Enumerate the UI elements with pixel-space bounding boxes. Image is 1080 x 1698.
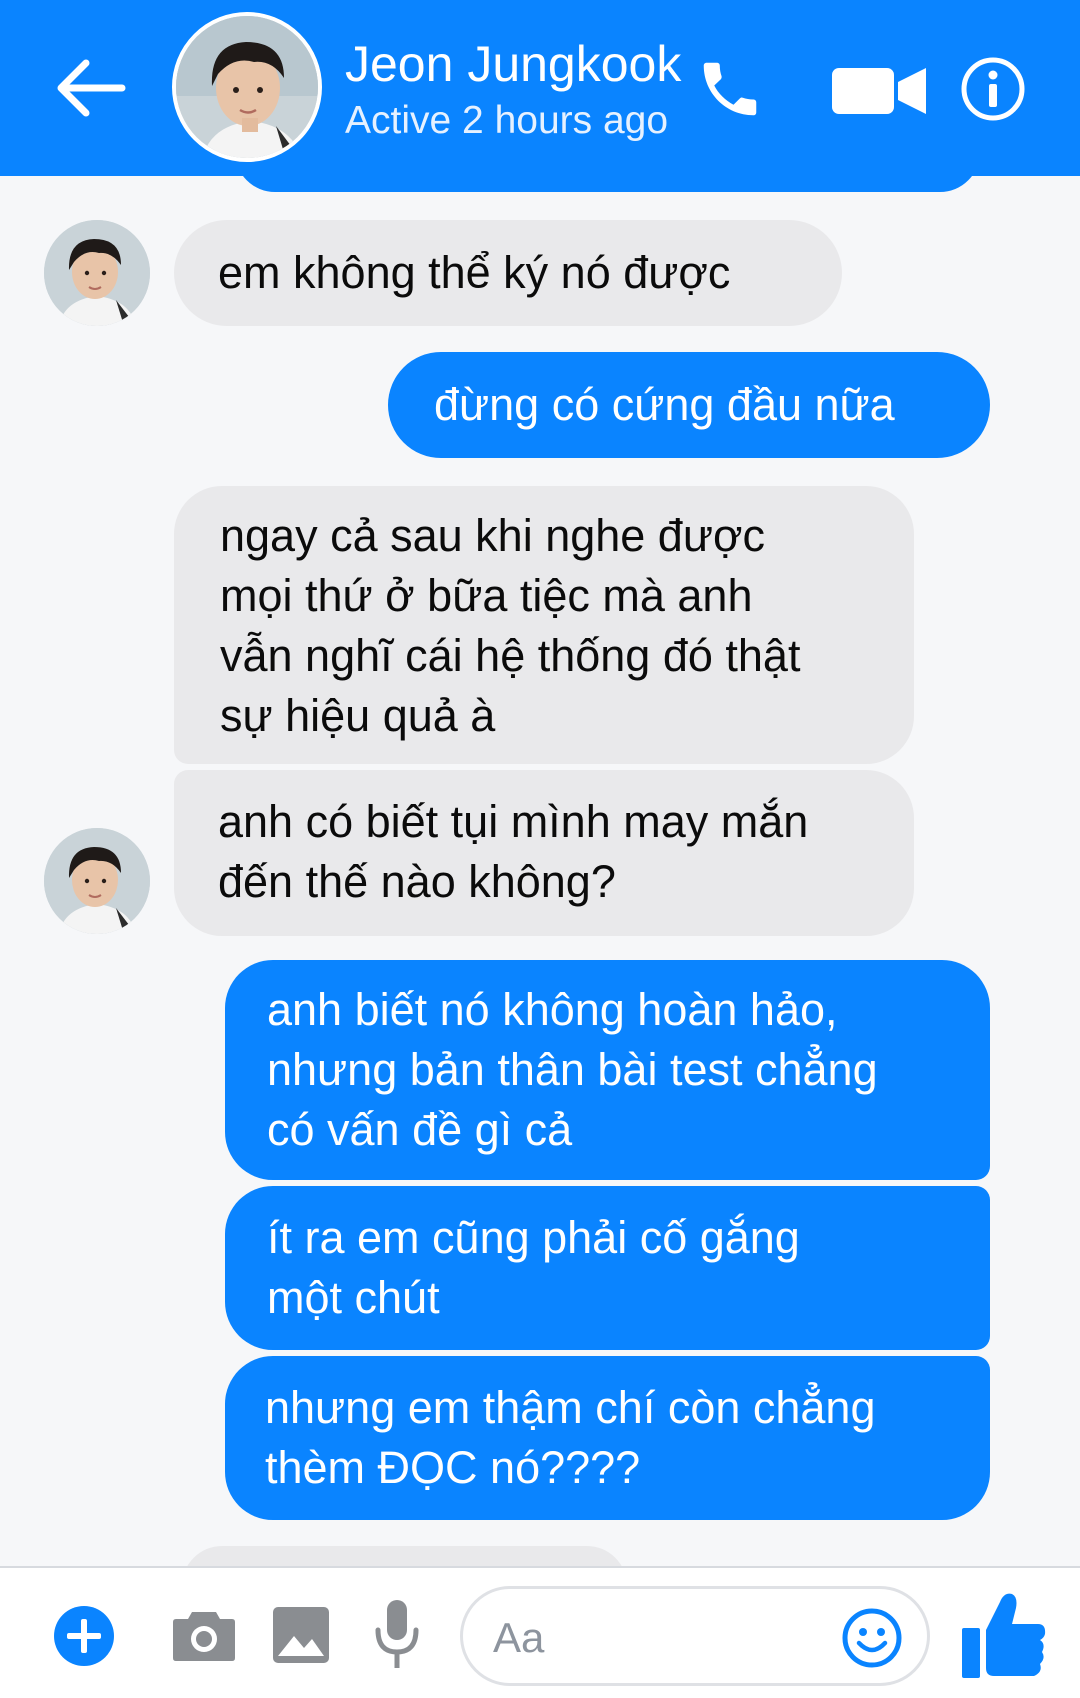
sender-avatar[interactable] <box>44 220 150 326</box>
previous-message-bubble <box>235 176 980 192</box>
info-icon[interactable] <box>960 56 1026 122</box>
video-camera-icon[interactable] <box>830 60 930 120</box>
chat-header: Jeon Jungkook Active 2 hours ago <box>0 0 1080 176</box>
message-text: có vấn đề gì cả <box>267 1104 573 1155</box>
message-bubble-incoming[interactable]: em không thể ký nó được <box>174 220 842 326</box>
message-text: anh có biết tụi mình may mắn <box>218 796 809 847</box>
message-text: nhưng em thậm chí còn chẳng <box>265 1382 876 1433</box>
message-bubble-incoming[interactable]: ngay cả sau khi nghe được mọi thứ ở bữa … <box>174 486 914 764</box>
message-bubble-outgoing[interactable]: đừng có cứng đầu nữa <box>388 352 990 458</box>
message-bubble-incoming[interactable]: anh có biết tụi mình may mắn đến thế nào… <box>174 770 914 936</box>
message-thread[interactable]: em không thể ký nó được đừng có cứng đầu… <box>0 176 1080 1566</box>
message-bubble-outgoing[interactable]: anh biết nó không hoàn hảo, nhưng bản th… <box>225 960 990 1180</box>
contact-avatar[interactable] <box>172 12 322 162</box>
message-text: mọi thứ ở bữa tiệc mà anh <box>220 570 753 621</box>
thumbs-up-icon[interactable] <box>960 1590 1048 1682</box>
message-text: em không thể ký nó được <box>218 247 731 298</box>
message-bubble-outgoing[interactable]: nhưng em thậm chí còn chẳng thèm ĐỌC nó?… <box>225 1356 990 1520</box>
message-text: ngay cả sau khi nghe được <box>220 510 765 561</box>
message-text: thèm ĐỌC nó???? <box>265 1442 641 1493</box>
message-text: nhưng bản thân bài test chẳng <box>267 1044 878 1095</box>
camera-icon[interactable] <box>172 1606 236 1662</box>
message-input[interactable] <box>493 1611 793 1665</box>
avatar-portrait <box>176 16 318 158</box>
contact-name[interactable]: Jeon Jungkook <box>345 34 681 94</box>
active-status: Active 2 hours ago <box>345 99 669 142</box>
sender-avatar[interactable] <box>44 828 150 934</box>
message-bubble-outgoing[interactable]: ít ra em cũng phải cố gắng một chút <box>225 1186 990 1350</box>
message-composer <box>0 1566 1080 1698</box>
message-text: đừng có cứng đầu nữa <box>434 379 895 430</box>
avatar-portrait <box>44 828 150 934</box>
message-text: sự hiệu quả à <box>220 690 496 741</box>
next-message-bubble <box>182 1546 627 1566</box>
image-icon[interactable] <box>272 1606 330 1664</box>
emoji-icon[interactable] <box>841 1607 903 1669</box>
back-arrow-icon[interactable] <box>52 55 128 121</box>
message-text: đến thế nào không? <box>218 856 616 907</box>
message-input-field[interactable] <box>460 1586 930 1686</box>
message-text: vẫn nghĩ cái hệ thống đó thật <box>220 630 801 681</box>
microphone-icon[interactable] <box>372 1598 422 1674</box>
plus-icon[interactable] <box>52 1604 116 1668</box>
message-text: anh biết nó không hoàn hảo, <box>267 984 838 1035</box>
avatar-portrait <box>44 220 150 326</box>
message-text: một chút <box>267 1272 440 1323</box>
message-text: ít ra em cũng phải cố gắng <box>267 1212 800 1263</box>
phone-icon[interactable] <box>695 54 765 124</box>
